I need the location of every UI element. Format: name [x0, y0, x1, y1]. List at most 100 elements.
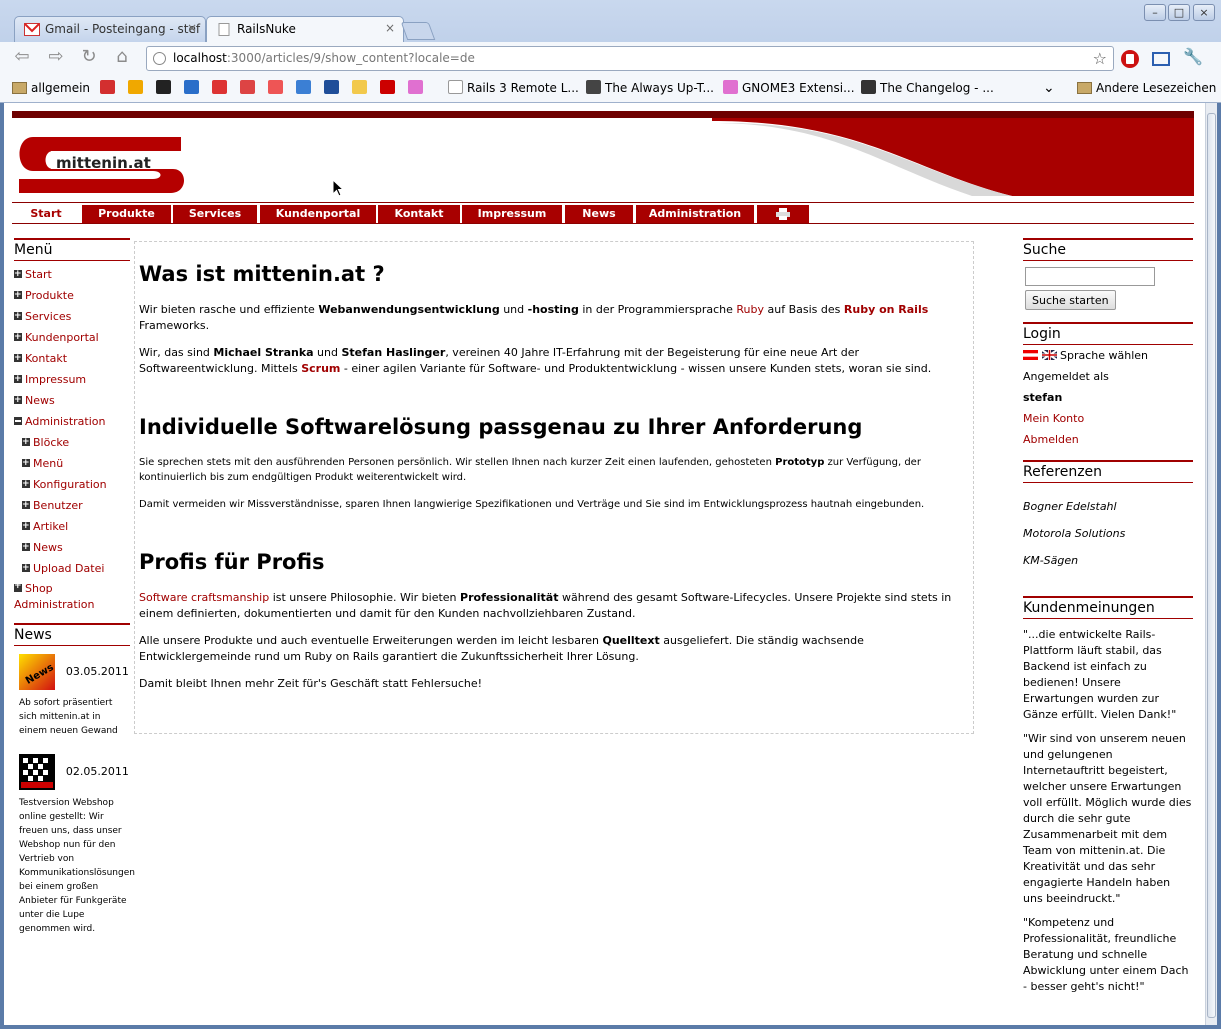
bookmark-folder-allgemein[interactable]: allgemein [12, 80, 90, 98]
tab-gmail[interactable]: Gmail - Posteingang - stef × [14, 16, 206, 42]
menu-item[interactable]: Konfiguration [14, 474, 130, 495]
menu-item[interactable]: News [14, 390, 130, 411]
menu-item-shop-admin[interactable]: Administration [14, 597, 130, 613]
main-navigation: Start Produkte Services Kundenportal Kon… [12, 202, 1194, 224]
bookmark-favicon-icon[interactable] [184, 80, 203, 98]
bookmark-changelog[interactable]: The Changelog - ... [861, 80, 994, 98]
site-header: mittenin.at [12, 111, 1194, 202]
news-date: 03.05.2011 [65, 665, 129, 678]
ruby-link[interactable]: Ruby [736, 303, 764, 316]
nav-kundenportal[interactable]: Kundenportal [260, 205, 376, 223]
maximize-button[interactable]: □ [1168, 4, 1190, 21]
expand-icon [14, 369, 22, 390]
search-title: Suche [1023, 238, 1193, 261]
expand-icon [22, 453, 30, 474]
vertical-scrollbar[interactable] [1205, 103, 1217, 1025]
menu-item[interactable]: Produkte [14, 285, 130, 306]
logo-text: mittenin.at [56, 154, 151, 172]
menu-item-label: Menü [33, 457, 64, 470]
bookmark-favicon-icon[interactable] [380, 80, 399, 98]
username: stefan [1023, 391, 1063, 404]
menu-item-label: Produkte [25, 289, 74, 302]
close-icon[interactable]: × [385, 21, 395, 35]
nav-kontakt[interactable]: Kontakt [378, 205, 460, 223]
chevron-down-icon[interactable]: ⌄ [1043, 80, 1055, 98]
bookmark-favicon-icon[interactable] [100, 80, 119, 98]
menu-item[interactable]: Start [14, 264, 130, 285]
tab-railsnuke[interactable]: RailsNuke × [206, 16, 404, 43]
uk-flag-icon[interactable] [1040, 349, 1058, 361]
menu-item[interactable]: News [14, 537, 130, 558]
article-paragraph: Sie sprechen stets mit den ausführenden … [139, 457, 921, 483]
bookmark-favicon-icon[interactable] [352, 80, 371, 98]
menu-item[interactable]: Benutzer [14, 495, 130, 516]
bookmark-always-up[interactable]: The Always Up-T... [586, 80, 714, 98]
menu-list: Start Produkte Services Kundenportal Kontakt… [14, 264, 130, 579]
account-link[interactable]: Mein Konto [1023, 408, 1193, 429]
scrum-link[interactable]: Scrum [301, 362, 340, 375]
austria-flag-icon[interactable] [1023, 350, 1038, 360]
bookmark-favicon-icon[interactable] [408, 80, 427, 98]
menu-item[interactable]: Upload Datei [14, 558, 130, 579]
url-host: localhost [173, 51, 227, 65]
menu-item[interactable]: Artikel [14, 516, 130, 537]
logout-link[interactable]: Abmelden [1023, 429, 1193, 450]
menu-item-label: Kontakt [25, 352, 68, 365]
nav-start[interactable]: Start [12, 205, 80, 223]
nav-produkte[interactable]: Produkte [82, 205, 171, 223]
bookmark-rails3[interactable]: Rails 3 Remote L... [448, 80, 579, 98]
expand-icon [22, 495, 30, 516]
search-input[interactable] [1025, 267, 1155, 286]
menu-item[interactable]: Administration [14, 411, 130, 432]
bookmark-favicon-icon[interactable] [156, 80, 175, 98]
menu-item[interactable]: Services [14, 306, 130, 327]
header-swoosh [12, 111, 1194, 202]
bookmark-folder-other[interactable]: Andere Lesezeichen [1077, 80, 1216, 98]
language-selector[interactable]: Sprache wählen [1023, 345, 1193, 366]
bookmark-favicon-icon[interactable] [128, 80, 147, 98]
nav-services[interactable]: Services [173, 205, 257, 223]
expand-icon [14, 285, 22, 306]
bookmark-gnome3[interactable]: GNOME3 Extensi... [723, 80, 855, 98]
article-paragraph: Alle unsere Produkte und auch eventuelle… [139, 634, 864, 663]
nav-impressum[interactable]: Impressum [462, 205, 562, 223]
rails-link[interactable]: Ruby on Rails [844, 303, 928, 316]
new-tab-button[interactable] [400, 22, 436, 40]
reference-item: Bogner Edelstahl [1023, 500, 1117, 513]
browser-chrome: Gmail - Posteingang - stef × RailsNuke ×… [0, 0, 1221, 103]
bookmark-favicon-icon[interactable] [212, 80, 231, 98]
close-icon[interactable]: × [187, 21, 197, 35]
menu-item[interactable]: Kundenportal [14, 327, 130, 348]
printer-icon[interactable] [757, 205, 809, 223]
bookmark-favicon-icon[interactable] [324, 80, 343, 98]
window-close-button[interactable]: × [1193, 4, 1215, 21]
nav-administration[interactable]: Administration [636, 205, 754, 223]
bookmark-favicon-icon[interactable] [268, 80, 287, 98]
home-icon[interactable]: ⌂ [110, 47, 134, 69]
fullscreen-icon[interactable] [1150, 49, 1172, 69]
bookmark-favicon-icon[interactable] [240, 80, 259, 98]
wrench-icon[interactable]: 🔧 [1181, 47, 1205, 69]
address-bar[interactable]: localhost:3000/articles/9/show_content?l… [146, 46, 1114, 71]
bookmark-star-icon[interactable]: ☆ [1093, 47, 1107, 70]
menu-item-label: News [25, 394, 55, 407]
craftsmanship-link[interactable]: Software craftsmanship [139, 591, 269, 604]
menu-item[interactable]: Menü [14, 453, 130, 474]
forward-icon[interactable]: ⇨ [44, 47, 68, 69]
menu-item-label: Upload Datei [33, 562, 105, 575]
search-button[interactable]: Suche starten [1025, 290, 1116, 310]
menu-item-shop[interactable]: Shop [14, 578, 130, 597]
bookmark-favicon-icon[interactable] [296, 80, 315, 98]
article-heading: Profis für Profis [139, 550, 325, 574]
scrollbar-thumb[interactable] [1207, 113, 1216, 1018]
menu-item[interactable]: Blöcke [14, 432, 130, 453]
customer-quote: "Wir sind von unserem neuen und gelungen… [1023, 732, 1192, 905]
nav-news[interactable]: News [565, 205, 633, 223]
menu-item[interactable]: Impressum [14, 369, 130, 390]
article-heading: Individuelle Softwarelösung passgenau zu… [139, 415, 863, 439]
back-icon[interactable]: ⇦ [10, 47, 34, 69]
reload-icon[interactable]: ↻ [77, 47, 101, 69]
adblock-icon[interactable] [1120, 49, 1140, 69]
minimize-button[interactable]: – [1144, 4, 1166, 21]
menu-item[interactable]: Kontakt [14, 348, 130, 369]
